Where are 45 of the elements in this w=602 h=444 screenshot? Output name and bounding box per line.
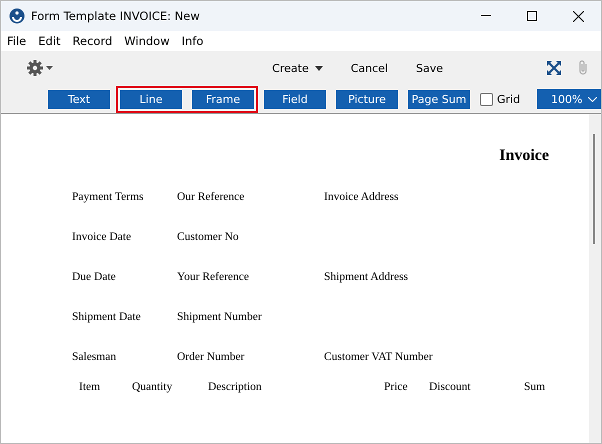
column-label[interactable]: Price: [384, 381, 408, 393]
field-label[interactable]: Shipment Number: [177, 311, 262, 323]
zoom-dropdown[interactable]: 100%: [537, 89, 601, 109]
field-label[interactable]: Shipment Address: [324, 271, 408, 283]
expand-icon[interactable]: [547, 61, 561, 75]
toolbar-action[interactable]: Create: [258, 62, 337, 74]
field-label[interactable]: Order Number: [177, 351, 244, 363]
field-label[interactable]: Salesman: [72, 351, 116, 363]
form-title: Invoice: [499, 147, 549, 164]
column-label[interactable]: Item: [79, 381, 100, 393]
tool-button[interactable]: Line: [120, 90, 182, 108]
menu-item[interactable]: Record: [66, 34, 118, 48]
field-label[interactable]: Invoice Date: [72, 231, 132, 243]
tool-button[interactable]: Page Sum: [408, 90, 470, 108]
field-label[interactable]: Customer No: [177, 231, 239, 243]
chevron-icon: [588, 96, 597, 102]
tool-button[interactable]: Picture: [336, 90, 398, 108]
column-label[interactable]: Description: [208, 381, 262, 393]
paperclip-icon[interactable]: [577, 60, 589, 76]
field-label[interactable]: Your Reference: [177, 271, 249, 283]
menu-item[interactable]: File: [1, 34, 32, 48]
scrollbar-thumb[interactable]: [593, 134, 595, 244]
toolbar-action[interactable]: Cancel: [336, 62, 402, 74]
gear-icon[interactable]: [27, 60, 55, 76]
field-label[interactable]: Invoice Address: [324, 191, 398, 203]
field-label[interactable]: Customer VAT Number: [324, 351, 433, 363]
column-label[interactable]: Quantity: [132, 381, 172, 393]
column-label[interactable]: Discount: [429, 381, 471, 393]
field-label[interactable]: Due Date: [72, 271, 116, 283]
tool-button[interactable]: Text: [48, 90, 110, 108]
menu-item[interactable]: Window: [118, 34, 176, 48]
caret-icon: [314, 66, 323, 70]
field-label[interactable]: Payment Terms: [72, 191, 144, 203]
grid-checkbox[interactable]: [480, 92, 493, 106]
tool-button[interactable]: Frame: [192, 90, 254, 108]
app-logo-icon: [9, 8, 25, 24]
window-title: Form Template INVOICE: New: [31, 9, 201, 23]
menu-item[interactable]: Info: [176, 34, 210, 48]
checkbox-label: Grid: [497, 92, 520, 106]
field-label[interactable]: Our Reference: [177, 191, 244, 203]
menu-item[interactable]: Edit: [32, 34, 67, 48]
column-label[interactable]: Sum: [524, 381, 546, 393]
toolbar-action[interactable]: Save: [402, 62, 457, 74]
tool-button[interactable]: Field: [264, 90, 326, 108]
field-label[interactable]: Shipment Date: [72, 311, 141, 323]
